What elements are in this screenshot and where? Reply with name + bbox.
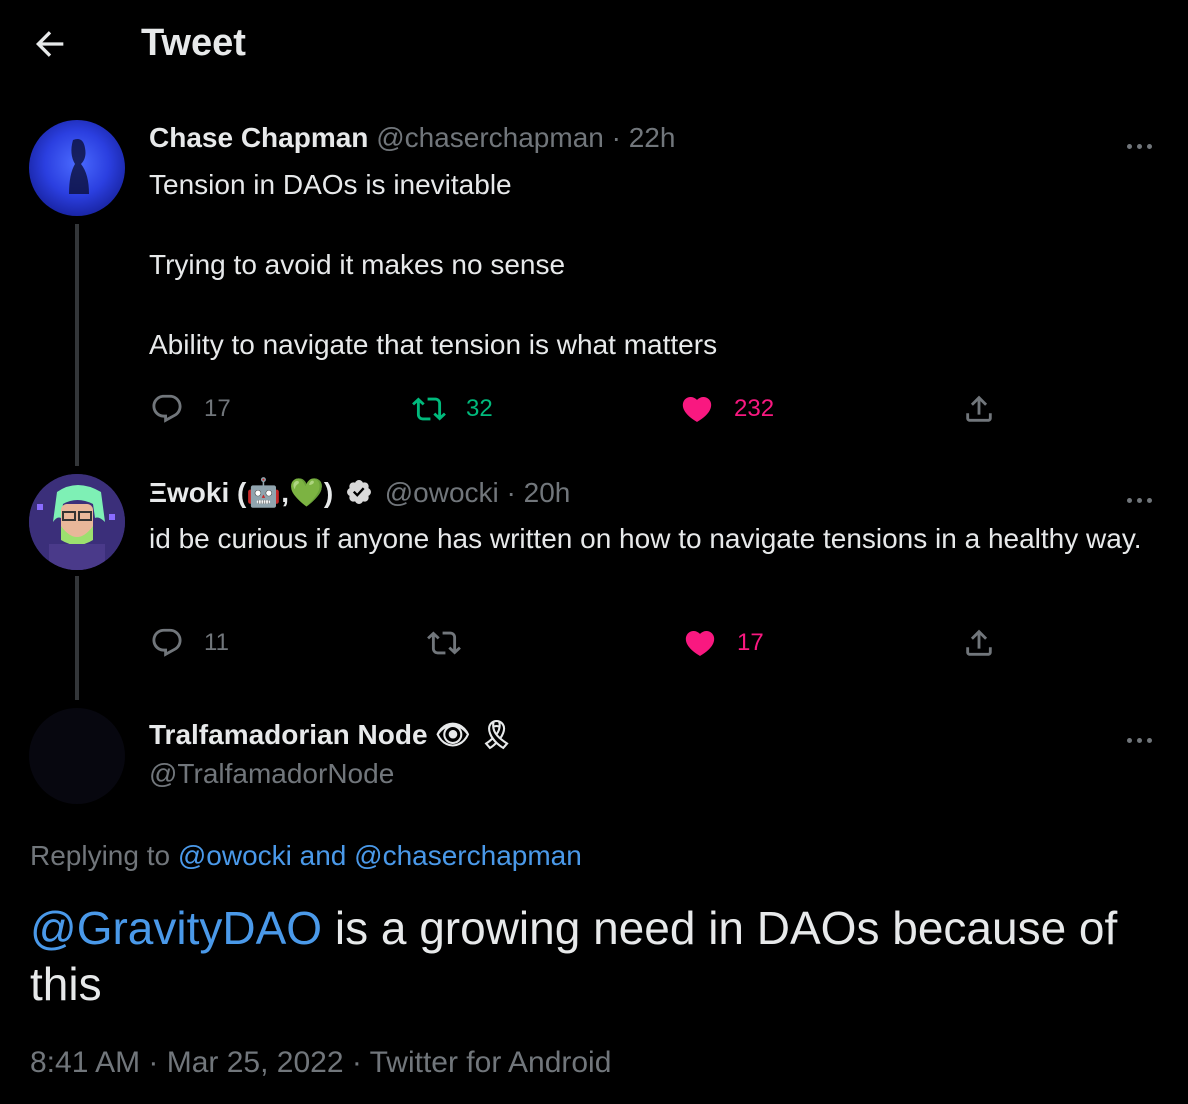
back-arrow-icon[interactable] [30,24,70,64]
like-count: 17 [737,629,764,656]
avatar[interactable] [29,120,125,216]
retweet-button[interactable]: 32 [412,392,493,426]
thread-connector [75,224,79,466]
display-name[interactable]: Ξwoki (🤖,💚) [149,477,333,508]
more-icon[interactable] [1127,490,1159,503]
tweet-line: Trying to avoid it makes no sense [149,249,566,280]
handle[interactable]: @owocki [385,477,499,508]
reply-button[interactable]: 17 [150,392,231,426]
tweet-header: Ξwoki (🤖,💚) @owocki · 20h [149,476,570,513]
heart-icon [685,630,715,656]
tweet-header: Chase Chapman @chaserchapman · 22h [149,122,675,154]
verified-icon [345,478,373,513]
heart-icon [682,396,712,422]
mention-link[interactable]: @GravityDAO [30,902,322,954]
replying-to: Replying to @owocki and @chaserchapman [30,840,582,872]
reply-count: 17 [204,395,231,422]
timestamp[interactable]: 22h [629,122,676,153]
tweet-line: Tension in DAOs is inevitable [149,169,512,200]
avatar[interactable] [29,474,125,570]
retweet-count: 32 [466,395,493,422]
replying-users-link[interactable]: @owocki and @chaserchapman [178,840,582,871]
tweet-text: id be curious if anyone has written on h… [149,523,1142,554]
avatar[interactable] [29,708,125,804]
like-count: 232 [734,395,775,422]
share-button[interactable] [962,392,996,426]
display-name[interactable]: Chase Chapman [149,122,368,153]
like-button[interactable]: 17 [683,626,764,660]
replying-label: Replying to [30,840,171,871]
handle[interactable]: @chaserchapman [376,122,604,153]
more-icon[interactable] [1127,136,1159,149]
reply-icon [152,394,182,423]
share-button[interactable] [962,626,996,660]
reply-count: 11 [204,629,229,656]
display-name[interactable]: Tralfamadorian Node 👁 🎗 [149,718,514,751]
page-title: Tweet [141,22,246,64]
tweet-line: Ability to navigate that tension is what… [149,329,718,360]
handle[interactable]: @TralfamadorNode [149,758,394,790]
reply-icon [152,628,182,657]
share-icon [966,629,992,656]
main-tweet-text: @GravityDAO is a growing need in DAOs be… [30,900,1150,1012]
reply-button[interactable]: 11 [150,626,229,660]
timestamp[interactable]: 20h [524,477,571,508]
tweet-timestamp[interactable]: 8:41 AM · Mar 25, 2022 · Twitter for And… [30,1046,611,1080]
separator: · [611,122,621,153]
separator: · [506,477,516,508]
share-icon [966,395,992,422]
like-button[interactable]: 232 [680,392,774,426]
retweet-button[interactable] [427,626,481,660]
thread-connector [75,576,79,700]
retweet-icon [412,397,446,421]
more-icon[interactable] [1127,730,1159,743]
tweet-text: Tension in DAOs is inevitable Trying to … [149,165,1149,365]
retweet-icon [427,631,461,655]
